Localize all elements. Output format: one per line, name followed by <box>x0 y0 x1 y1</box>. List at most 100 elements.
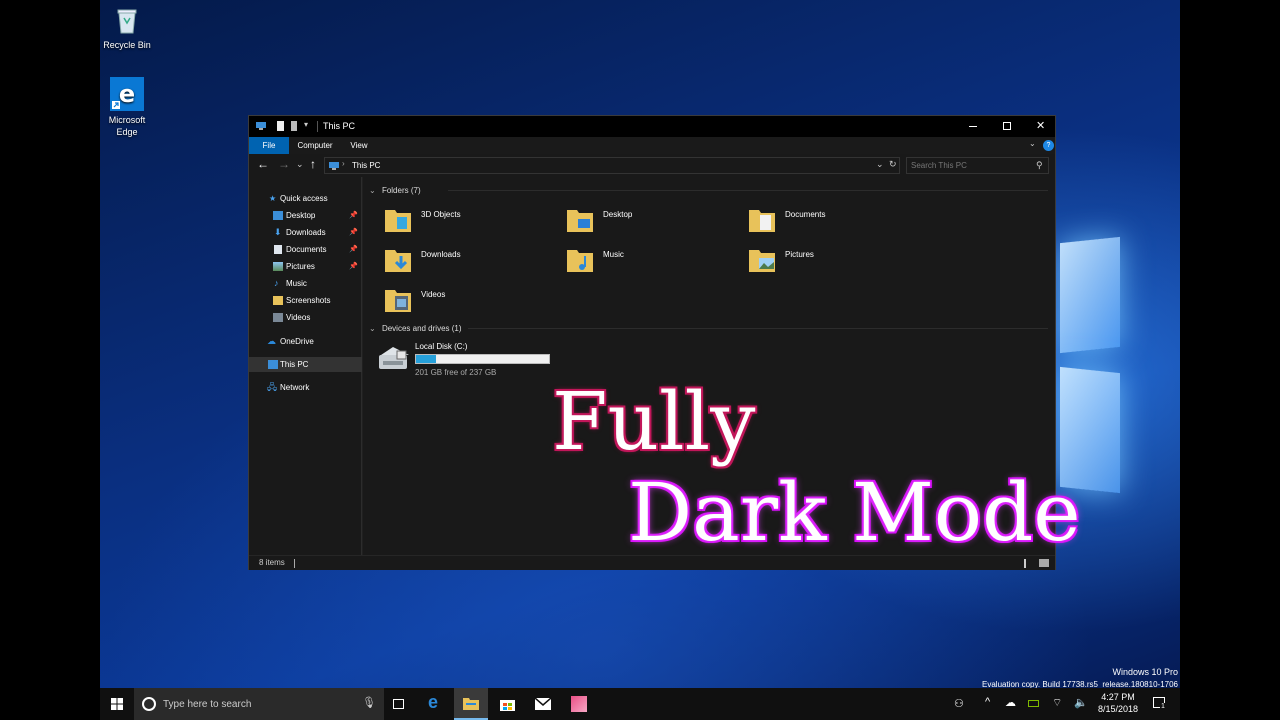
file-explorer-icon <box>463 698 479 710</box>
taskbar-store[interactable] <box>490 688 524 720</box>
nav-documents[interactable]: Documents 📌 <box>249 242 362 257</box>
nav-onedrive[interactable]: ☁ OneDrive <box>249 334 362 349</box>
drive-usage-fill <box>416 355 437 363</box>
drive-label: Local Disk (C:) <box>415 342 468 351</box>
nav-pictures[interactable]: Pictures 📌 <box>249 259 362 274</box>
edge-label: Microsoft Edge <box>108 115 146 137</box>
drive-c[interactable]: Local Disk (C:) 201 GB free of 237 GB <box>377 341 567 379</box>
pin-icon: 📌 <box>349 246 358 253</box>
this-pc-address-icon <box>329 162 339 170</box>
quick-access-toolbar: ▾ <box>273 120 313 132</box>
taskbar-edge[interactable]: e <box>420 688 452 720</box>
computer-icon <box>268 360 278 369</box>
action-center-button[interactable]: 1 <box>1150 694 1170 714</box>
folder-documents[interactable]: Documents <box>747 205 917 241</box>
ribbon-tabs: File Computer View ⌄ ? <box>249 137 1055 154</box>
onedrive-tray-icon[interactable]: ☁ <box>1005 696 1016 709</box>
microphone-icon[interactable]: 🎙 <box>362 696 376 709</box>
minimize-icon <box>969 126 977 127</box>
nav-quick-access[interactable]: ★ Quick access <box>249 191 362 206</box>
task-view-icon <box>393 699 404 709</box>
3d-objects-folder-icon <box>385 210 411 232</box>
volume-icon[interactable]: 🔈 <box>1074 696 1088 709</box>
nav-downloads[interactable]: ⬇ Downloads 📌 <box>249 225 362 240</box>
taskbar-app[interactable] <box>562 688 596 720</box>
nav-screenshots[interactable]: Screenshots <box>249 293 362 308</box>
nav-network[interactable]: 🖧 Network <box>249 380 362 395</box>
taskbar: Type here to search 🎙 e ⚇ ^ ☁ ⌔ 🔈 4:27 P… <box>100 688 1180 720</box>
folder-downloads[interactable]: Downloads <box>383 245 553 281</box>
properties-icon[interactable] <box>277 121 284 131</box>
refresh-icon[interactable]: ↻ <box>889 159 897 170</box>
folder-desktop[interactable]: Desktop <box>565 205 735 241</box>
folder-3d-objects[interactable]: 3D Objects <box>383 205 553 241</box>
nav-music[interactable]: ♪ Music <box>249 276 362 291</box>
large-icons-view-icon[interactable] <box>1039 559 1049 567</box>
help-icon[interactable]: ? <box>1043 140 1054 151</box>
nav-videos[interactable]: Videos <box>249 310 362 325</box>
mail-icon <box>535 698 551 710</box>
videos-icon <box>273 313 283 322</box>
downloads-folder-icon <box>385 250 411 272</box>
folders-group-header[interactable]: ⌄ Folders (7) <box>369 186 421 195</box>
app-tile-icon <box>571 696 587 712</box>
download-arrow-icon: ⬇ <box>274 227 282 237</box>
pin-icon: 📌 <box>349 212 358 219</box>
forward-icon[interactable]: → <box>278 157 290 171</box>
search-box[interactable]: Search This PC ⚲ <box>906 157 1049 174</box>
show-hidden-icons-icon[interactable]: ^ <box>985 696 990 708</box>
address-bar[interactable]: › This PC ⌄ ↻ <box>324 157 900 174</box>
tab-view[interactable]: View <box>345 137 373 154</box>
details-view-icon[interactable] <box>1024 559 1033 568</box>
group-divider <box>448 190 1048 191</box>
start-button[interactable] <box>100 688 134 720</box>
this-pc-small-icon <box>256 122 266 130</box>
nav-desktop[interactable]: Desktop 📌 <box>249 208 362 223</box>
documents-icon <box>274 245 282 254</box>
clock-time: 4:27 PM <box>1101 692 1135 702</box>
navigation-pane: ★ Quick access Desktop 📌 ⬇ Downloads 📌 D… <box>249 177 362 555</box>
search-icon: ⚲ <box>1036 160 1043 170</box>
star-icon: ★ <box>269 194 277 203</box>
status-separator <box>294 559 295 568</box>
chevron-down-icon[interactable]: ▾ <box>304 120 308 129</box>
network-tray-icon[interactable]: ⌔ <box>1052 696 1062 710</box>
back-icon[interactable]: ← <box>257 157 269 171</box>
task-view-button[interactable] <box>386 688 412 720</box>
cloud-icon: ☁ <box>267 336 276 346</box>
drive-free-text: 201 GB free of 237 GB <box>415 368 497 377</box>
minimize-button[interactable] <box>959 116 987 137</box>
item-count: 8 items <box>259 558 285 567</box>
devices-group-header[interactable]: ⌄ Devices and drives (1) <box>369 324 462 333</box>
folder-music[interactable]: Music <box>565 245 735 281</box>
notification-count: 1 <box>1160 703 1166 710</box>
taskbar-mail[interactable] <box>526 688 560 720</box>
up-icon[interactable]: ↑ <box>310 157 316 171</box>
folder-pictures[interactable]: Pictures <box>747 245 917 281</box>
tab-computer[interactable]: Computer <box>294 137 336 154</box>
close-button[interactable]: ✕ <box>1026 116 1054 137</box>
taskbar-search-box[interactable]: Type here to search 🎙 <box>134 688 384 720</box>
maximize-button[interactable] <box>993 116 1021 137</box>
taskbar-file-explorer[interactable] <box>454 688 488 720</box>
pictures-icon <box>273 262 283 271</box>
ribbon-expand-icon[interactable]: ⌄ <box>1029 139 1036 148</box>
people-icon[interactable]: ⚇ <box>954 697 964 710</box>
cortana-icon <box>142 697 156 711</box>
watermark-build: Evaluation copy. Build 17738.rs5_release… <box>982 680 1178 688</box>
address-dropdown-icon[interactable]: ⌄ <box>876 159 884 170</box>
clock-date: 8/15/2018 <box>1097 704 1139 714</box>
recycle-bin-icon[interactable]: Recycle Bin <box>100 4 157 51</box>
battery-icon[interactable] <box>1028 700 1039 707</box>
title-bar: ▾ This PC ✕ <box>249 116 1055 137</box>
new-folder-icon[interactable] <box>291 121 297 131</box>
recycle-bin-label: Recycle Bin <box>103 40 151 50</box>
pin-icon: 📌 <box>349 263 358 270</box>
tab-file[interactable]: File <box>249 137 289 154</box>
clock[interactable]: 4:27 PM 8/15/2018 <box>1090 691 1146 715</box>
folder-videos[interactable]: Videos <box>383 285 553 321</box>
breadcrumb-chevron-icon[interactable]: › <box>342 159 345 168</box>
nav-this-pc[interactable]: This PC <box>249 357 362 372</box>
recent-locations-icon[interactable]: ⌄ <box>296 159 304 170</box>
microsoft-edge-shortcut[interactable]: e Microsoft Edge <box>100 77 157 138</box>
